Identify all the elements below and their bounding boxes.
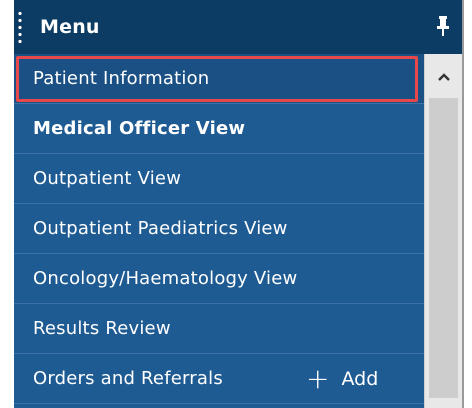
menu-header: Menu	[14, 0, 462, 54]
menu-item-patient-information[interactable]: Patient Information	[14, 54, 424, 104]
add-button[interactable]: + Add	[306, 364, 378, 394]
menu-item-label: Outpatient Paediatrics View	[33, 218, 288, 239]
menu-item-label: Results Review	[33, 318, 171, 339]
menu-item-results-review[interactable]: Results Review	[14, 304, 424, 354]
add-button-label: Add	[341, 368, 379, 390]
drag-grip-icon[interactable]	[18, 10, 22, 46]
plus-icon: +	[306, 362, 330, 395]
menu-panel: Menu Patient Information Medical Officer…	[0, 0, 472, 408]
selection-highlight	[16, 56, 418, 102]
menu-item-outpatient-paediatrics-view[interactable]: Outpatient Paediatrics View	[14, 204, 424, 254]
menu-item-label: Oncology/Haematology View	[33, 268, 298, 289]
pin-icon[interactable]	[436, 15, 450, 37]
menu-item-label: Medical Officer View	[33, 118, 246, 139]
menu-item-oncology-haematology-view[interactable]: Oncology/Haematology View	[14, 254, 424, 304]
menu-item-outpatient-view[interactable]: Outpatient View	[14, 154, 424, 204]
scroll-up-button[interactable]	[425, 58, 462, 96]
vertical-scrollbar[interactable]	[424, 54, 462, 408]
menu-list: Patient Information Medical Officer View…	[14, 54, 424, 408]
menu-item-label: Outpatient View	[33, 168, 182, 189]
panel-border	[462, 0, 464, 408]
scroll-thumb[interactable]	[429, 98, 458, 398]
menu-item-medical-officer-view[interactable]: Medical Officer View	[14, 104, 424, 154]
menu-item-label: Orders and Referrals	[33, 368, 223, 389]
chevron-up-icon	[437, 73, 450, 81]
menu-item-orders-and-referrals[interactable]: Orders and Referrals + Add	[14, 354, 424, 404]
menu-title: Menu	[40, 16, 100, 38]
